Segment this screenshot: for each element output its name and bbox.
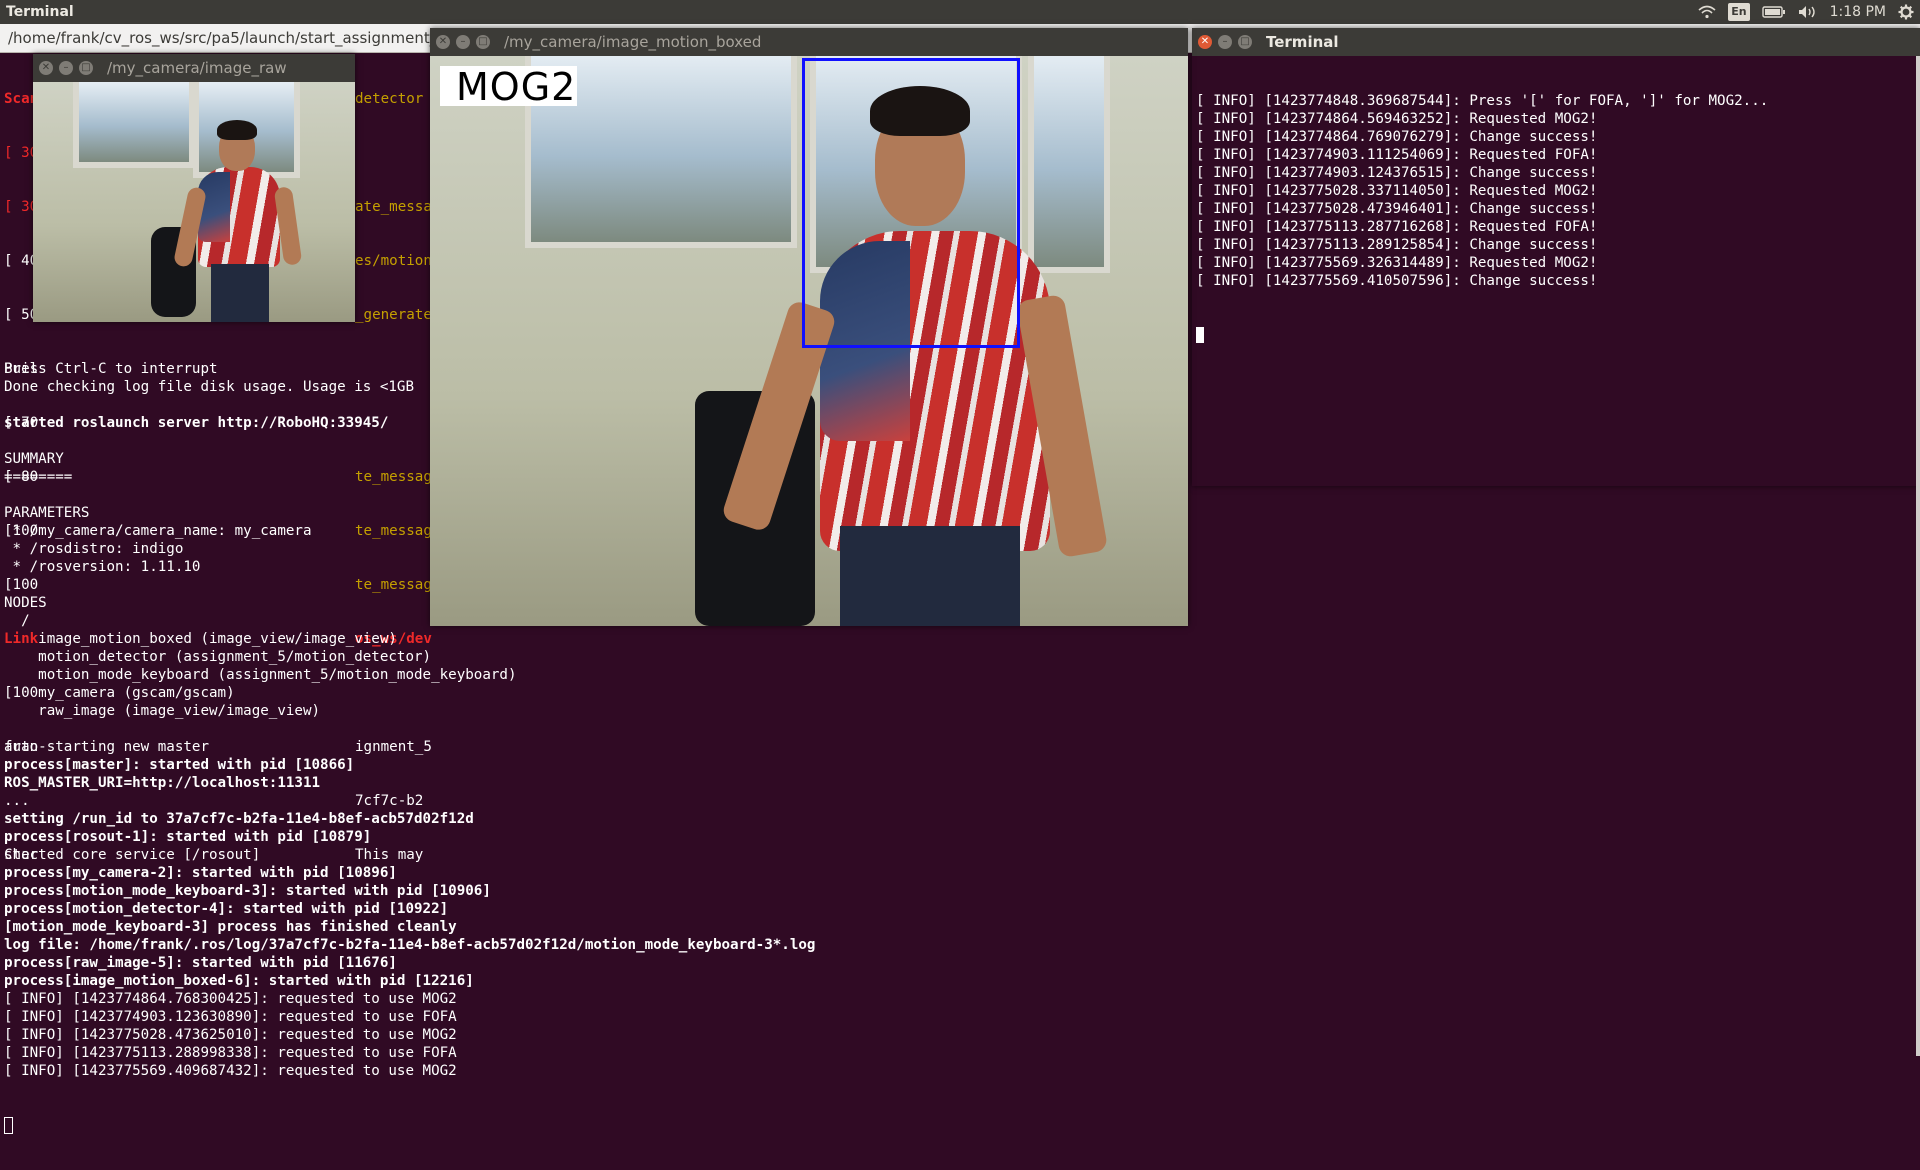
terminal-line: process[rosout-1]: started with pid [108… (4, 829, 372, 845)
gear-icon[interactable] (1898, 3, 1914, 21)
terminal-line: raw_image (image_view/image_view) (4, 703, 321, 719)
camera-feed-raw (33, 82, 355, 322)
battery-icon[interactable] (1761, 3, 1786, 21)
scrollbar[interactable] (1916, 56, 1920, 1056)
terminal-line: auto-starting new master (4, 739, 209, 755)
minimize-icon[interactable]: – (59, 61, 73, 75)
algorithm-label: MOG2 (440, 66, 577, 108)
terminal-line: [ INFO] [1423775113.287716268]: Requeste… (1196, 219, 1598, 235)
volume-icon[interactable] (1798, 3, 1818, 21)
terminal-line: [ INFO] [1423774848.369687544]: Press '[… (1196, 93, 1769, 109)
terminal-line: setting /run_id to 37a7cf7c-b2fa-11e4-b8… (4, 811, 474, 827)
terminal-line: ROS_MASTER_URI=http://localhost:11311 (4, 775, 321, 791)
fragment-right: ate_messa (355, 199, 432, 215)
motion-bounding-box (802, 58, 1020, 348)
terminal-line: [ INFO] [1423774864.768300425]: requeste… (4, 991, 457, 1007)
terminal-line: motion_mode_keyboard (assignment_5/motio… (4, 667, 517, 683)
wifi-icon[interactable] (1698, 3, 1716, 21)
info-terminal-title: Terminal (1266, 33, 1339, 51)
info-terminal-titlebar[interactable]: ✕ – □ Terminal (1192, 28, 1920, 56)
terminal-line: [ INFO] [1423775569.409687432]: requeste… (4, 1063, 457, 1079)
fragment-right: es/motion (355, 253, 432, 269)
terminal-line: started core service [/rosout] (4, 847, 261, 863)
image-motion-boxed-title: /my_camera/image_motion_boxed (504, 33, 762, 51)
active-app-name: Terminal (6, 4, 74, 20)
close-icon[interactable]: ✕ (39, 61, 53, 75)
image-raw-title: /my_camera/image_raw (107, 59, 287, 77)
terminal-line: motion_detector (assignment_5/motion_det… (4, 649, 432, 665)
image-motion-boxed-titlebar[interactable]: ✕ – □ /my_camera/image_motion_boxed (430, 28, 1188, 56)
keyboard-layout-indicator[interactable]: En (1728, 3, 1750, 21)
image-motion-boxed-window[interactable]: ✕ – □ /my_camera/image_motion_boxed MOG2 (430, 28, 1188, 626)
clock[interactable]: 1:18 PM (1830, 3, 1886, 21)
terminal-line: [ INFO] [1423774903.124376515]: Change s… (1196, 165, 1598, 181)
terminal-line: [motion_mode_keyboard-3] process has fin… (4, 919, 457, 935)
terminal-line: process[motion_detector-4]: started with… (4, 901, 449, 917)
image-raw-window[interactable]: ✕ – □ /my_camera/image_raw (33, 54, 355, 322)
terminal-line: [ INFO] [1423775028.473946401]: Change s… (1196, 201, 1598, 217)
close-icon[interactable]: ✕ (1198, 35, 1212, 49)
terminal-line: process[my_camera-2]: started with pid [… (4, 865, 397, 881)
terminal-line: [ INFO] [1423774903.111254069]: Requeste… (1196, 147, 1598, 163)
close-icon[interactable]: ✕ (436, 35, 450, 49)
info-terminal-window[interactable]: ✕ – □ Terminal [ INFO] [1423774848.36968… (1192, 28, 1920, 1056)
main-terminal-title: /home/frank/cv_ros_ws/src/pa5/launch/sta… (8, 29, 465, 47)
fragment-right: detector (355, 91, 424, 107)
terminal-line: [ INFO] [1423774903.123630890]: requeste… (4, 1009, 457, 1025)
system-tray: En 1:18 PM (1698, 0, 1914, 24)
terminal-cursor (1196, 327, 1204, 343)
maximize-icon[interactable]: □ (1238, 35, 1252, 49)
image-raw-titlebar[interactable]: ✕ – □ /my_camera/image_raw (33, 54, 355, 82)
minimize-icon[interactable]: – (456, 35, 470, 49)
info-terminal-output: [ INFO] [1423774848.369687544]: Press '[… (1196, 56, 1768, 380)
terminal-line: image_motion_boxed (image_view/image_vie… (4, 631, 397, 647)
top-panel: Terminal En 1:18 PM (0, 0, 1920, 24)
terminal-line: [ INFO] [1423774864.769076279]: Change s… (1196, 129, 1598, 145)
terminal-cursor (4, 1116, 13, 1134)
camera-feed-boxed: MOG2 (430, 56, 1188, 626)
fragment-right: _generate (355, 307, 432, 323)
terminal-line: [ INFO] [1423775028.473625010]: requeste… (4, 1027, 457, 1043)
terminal-line: log file: /home/frank/.ros/log/37a7cf7c-… (4, 937, 816, 953)
terminal-line: [ INFO] [1423775569.410507596]: Change s… (1196, 273, 1598, 289)
terminal-line: [ INFO] [1423775569.326314489]: Requeste… (1196, 255, 1598, 271)
terminal-line: [ INFO] [1423775113.289125854]: Change s… (1196, 237, 1598, 253)
maximize-icon[interactable]: □ (79, 61, 93, 75)
terminal-line: [ INFO] [1423775113.288998338]: requeste… (4, 1045, 457, 1061)
terminal-line: process[master]: started with pid [10866… (4, 757, 355, 773)
maximize-icon[interactable]: □ (476, 35, 490, 49)
terminal-line: [ INFO] [1423775028.337114050]: Requeste… (1196, 183, 1598, 199)
terminal-line: my_camera (gscam/gscam) (4, 685, 235, 701)
terminal-line: [ INFO] [1423774864.569463252]: Requeste… (1196, 111, 1598, 127)
terminal-line: process[image_motion_boxed-6]: started w… (4, 973, 474, 989)
terminal-line: process[raw_image-5]: started with pid [… (4, 955, 397, 971)
terminal-line: process[motion_mode_keyboard-3]: started… (4, 883, 491, 899)
minimize-icon[interactable]: – (1218, 35, 1232, 49)
